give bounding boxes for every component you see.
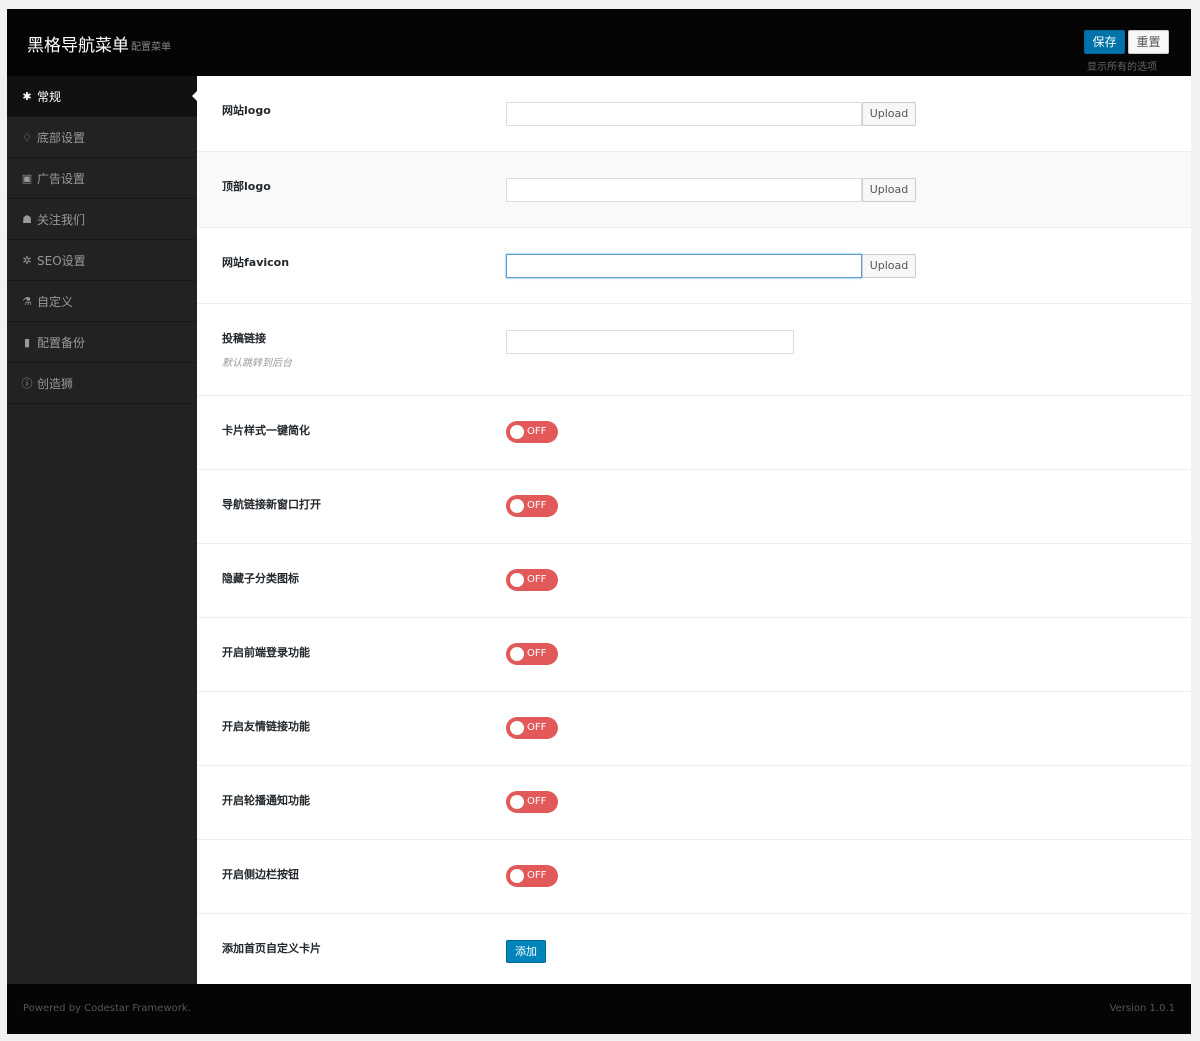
field-label: 开启侧边栏按钮	[222, 868, 299, 881]
toggle-knob	[510, 573, 524, 587]
toggle-state: OFF	[527, 722, 547, 733]
sidebar-item-seo[interactable]: ✲ SEO设置	[7, 240, 197, 281]
favicon-input[interactable]	[506, 254, 862, 278]
toggle-state: OFF	[527, 426, 547, 437]
field-label: 投稿链接	[222, 332, 266, 345]
upload-button[interactable]: Upload	[862, 102, 916, 126]
front-login-toggle[interactable]: OFF	[506, 643, 558, 665]
panel-header: 黑格导航菜单 配置菜单 保存 重置 显示所有的选项	[7, 9, 1191, 76]
toggle-state: OFF	[527, 796, 547, 807]
toggle-knob	[510, 647, 524, 661]
sidebar-item-general[interactable]: ✱ 常规	[7, 76, 197, 117]
sidebar-item-ad-settings[interactable]: ▣ 广告设置	[7, 158, 197, 199]
lightbulb-icon: ♢	[22, 130, 32, 144]
field-description: 默认跳转到后台	[222, 358, 292, 369]
field-row-card-simplify: 卡片样式一键简化 OFF	[197, 396, 1191, 470]
sidebar-item-label: 创造狮	[37, 376, 74, 391]
toggle-knob	[510, 795, 524, 809]
sidebar-item-label: SEO设置	[37, 253, 86, 268]
carousel-notice-toggle[interactable]: OFF	[506, 791, 558, 813]
field-row-custom-card: 添加首页自定义卡片 添加	[197, 914, 1191, 988]
field-label: 网站logo	[222, 104, 271, 117]
card-simplify-toggle[interactable]: OFF	[506, 421, 558, 443]
panel-footer: Powered by Codestar Framework. Version 1…	[7, 984, 1191, 1034]
field-row-carousel-notice: 开启轮播通知功能 OFF	[197, 766, 1191, 840]
field-label: 开启轮播通知功能	[222, 794, 310, 807]
nav-new-window-toggle[interactable]: OFF	[506, 495, 558, 517]
money-icon: ▣	[21, 171, 33, 185]
field-row-top-logo: 顶部logo Upload	[197, 152, 1191, 228]
sidebar-nav: ✱ 常规 ♢ 底部设置 ▣ 广告设置 ☗ 关注我们 ✲ SEO设置 ⚗ 自定义 …	[7, 76, 197, 984]
powered-by-text: Powered by Codestar Framework.	[23, 1003, 191, 1014]
flask-icon: ⚗	[22, 294, 32, 308]
save-button[interactable]: 保存	[1084, 30, 1125, 54]
field-label: 添加首页自定义卡片	[222, 942, 321, 955]
sidebar-item-label: 底部设置	[37, 130, 86, 145]
sidebar-item-creator[interactable]: ⓘ 创造狮	[7, 363, 197, 404]
field-label: 导航链接新窗口打开	[222, 498, 321, 511]
reset-button[interactable]: 重置	[1128, 30, 1169, 54]
toggle-knob	[510, 499, 524, 513]
bug-icon: ✲	[22, 253, 32, 267]
field-label: 顶部logo	[222, 180, 271, 193]
site-logo-input[interactable]	[506, 102, 862, 126]
friend-links-toggle[interactable]: OFF	[506, 717, 558, 739]
sidebar-item-custom[interactable]: ⚗ 自定义	[7, 281, 197, 322]
toggle-knob	[510, 721, 524, 735]
field-row-hide-sub-icon: 隐藏子分类图标 OFF	[197, 544, 1191, 618]
settings-panel: 黑格导航菜单 配置菜单 保存 重置 显示所有的选项 ✱ 常规 ♢ 底部设置 ▣ …	[7, 9, 1191, 1034]
sidebar-item-label: 常规	[37, 89, 62, 104]
info-circle-icon: ⓘ	[21, 377, 33, 390]
sidebar-item-label: 配置备份	[37, 335, 86, 350]
panel-subtitle: 配置菜单	[131, 42, 171, 53]
submit-link-input[interactable]	[506, 330, 794, 354]
version-text: Version 1.0.1	[1109, 1003, 1175, 1014]
toggle-state: OFF	[527, 648, 547, 659]
settings-content: 网站logo Upload 顶部logo Upload 网站favicon Up…	[197, 76, 1191, 984]
field-row-submit-link: 投稿链接 默认跳转到后台	[197, 304, 1191, 396]
sidebar-item-backup[interactable]: ▮ 配置备份	[7, 322, 197, 363]
field-row-friend-links: 开启友情链接功能 OFF	[197, 692, 1191, 766]
add-custom-card-button[interactable]: 添加	[506, 940, 546, 963]
field-row-nav-new-window: 导航链接新窗口打开 OFF	[197, 470, 1191, 544]
field-label: 开启友情链接功能	[222, 720, 310, 733]
field-label: 卡片样式一键简化	[222, 424, 310, 437]
toggle-knob	[510, 869, 524, 883]
field-label: 网站favicon	[222, 256, 290, 269]
upload-button[interactable]: Upload	[862, 254, 916, 278]
users-icon: ☗	[22, 212, 32, 226]
toggle-state: OFF	[527, 574, 547, 585]
sidebar-item-label: 广告设置	[37, 171, 86, 186]
panel-title: 黑格导航菜单	[27, 36, 129, 56]
show-all-options-link[interactable]: 显示所有的选项	[1087, 58, 1157, 73]
field-row-front-login: 开启前端登录功能 OFF	[197, 618, 1191, 692]
gear-icon: ✱	[22, 89, 32, 103]
clipboard-icon: ▮	[23, 335, 31, 349]
sidebar-item-label: 自定义	[37, 294, 74, 309]
field-label: 开启前端登录功能	[222, 646, 310, 659]
toggle-state: OFF	[527, 500, 547, 511]
sidebar-item-footer-settings[interactable]: ♢ 底部设置	[7, 117, 197, 158]
field-row-sidebar-button: 开启侧边栏按钮 OFF	[197, 840, 1191, 914]
top-logo-input[interactable]	[506, 178, 862, 202]
field-row-site-logo: 网站logo Upload	[197, 76, 1191, 152]
sidebar-item-label: 关注我们	[37, 212, 86, 227]
toggle-knob	[510, 425, 524, 439]
sidebar-button-toggle[interactable]: OFF	[506, 865, 558, 887]
field-label: 隐藏子分类图标	[222, 572, 299, 585]
upload-button[interactable]: Upload	[862, 178, 916, 202]
sidebar-item-follow-us[interactable]: ☗ 关注我们	[7, 199, 197, 240]
toggle-state: OFF	[527, 870, 547, 881]
field-row-favicon: 网站favicon Upload	[197, 228, 1191, 304]
hide-sub-icon-toggle[interactable]: OFF	[506, 569, 558, 591]
